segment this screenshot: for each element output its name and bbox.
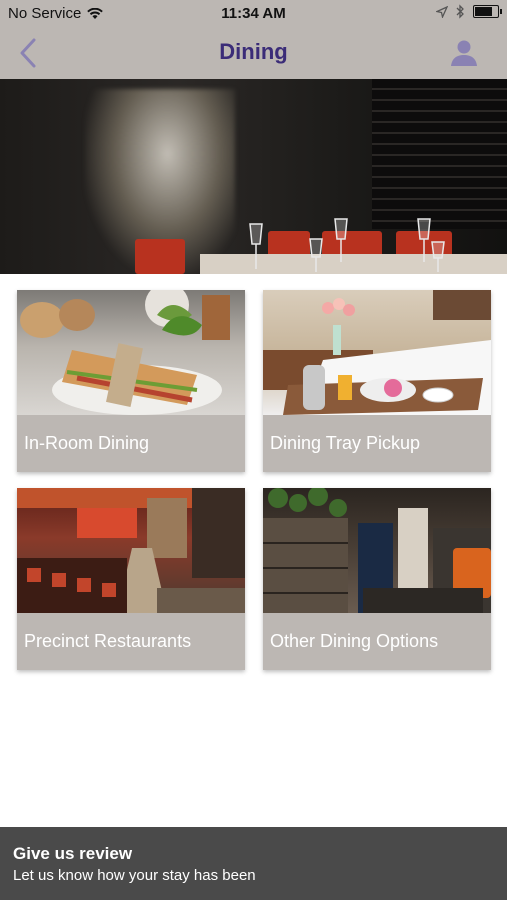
precinct-restaurants-photo — [17, 488, 245, 613]
profile-button[interactable] — [449, 38, 479, 68]
review-title: Give us review — [13, 844, 133, 863]
battery-fill — [475, 7, 492, 16]
card-precinct-restaurants[interactable]: Precinct Restaurants — [17, 488, 245, 670]
card-in-room-dining[interactable]: In-Room Dining — [17, 290, 245, 472]
hero-image — [0, 79, 507, 274]
in-room-dining-photo — [17, 290, 245, 415]
card-label: In-Room Dining — [24, 433, 150, 453]
review-subtitle: Let us know how your stay has been — [13, 867, 256, 884]
hero-chair — [135, 239, 185, 274]
bluetooth-icon — [456, 4, 464, 19]
other-dining-options-photo — [263, 488, 491, 613]
page-title: Dining — [219, 39, 288, 64]
clock: 11:34 AM — [221, 5, 286, 22]
dining-tray-pickup-photo — [263, 290, 491, 415]
card-label: Precinct Restaurants — [24, 631, 192, 651]
card-label: Other Dining Options — [270, 631, 439, 651]
card-label: Dining Tray Pickup — [270, 433, 421, 453]
cafe-illustration — [263, 488, 491, 613]
card-other-dining-options[interactable]: Other Dining Options — [263, 488, 491, 670]
hero-window-blinds — [372, 79, 507, 229]
location-arrow-icon — [436, 5, 448, 18]
tray-illustration — [263, 290, 491, 415]
hero-glasses — [249, 218, 445, 272]
battery-icon — [473, 5, 502, 18]
restaurant-illustration — [17, 488, 245, 613]
status-right — [436, 4, 502, 19]
status-bar: No Service 11:34 AM — [0, 0, 507, 28]
sandwich-illustration — [20, 290, 230, 415]
review-banner[interactable]: Give us review Let us know how your stay… — [0, 827, 507, 900]
card-dining-tray-pickup[interactable]: Dining Tray Pickup — [263, 290, 491, 472]
navigation-bar: Dining — [0, 28, 507, 79]
